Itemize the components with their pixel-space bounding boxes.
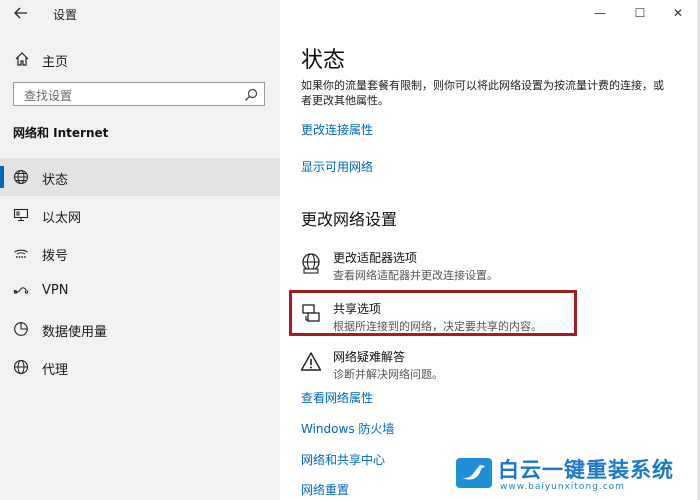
- sidebar-item-home[interactable]: 主页: [0, 46, 280, 72]
- sidebar-item-ethernet[interactable]: 以太网: [0, 196, 280, 234]
- back-arrow-icon[interactable]: [12, 5, 30, 23]
- search-icon[interactable]: [244, 87, 258, 101]
- dialup-icon: [13, 245, 29, 261]
- section-heading: 更改网络设置: [301, 210, 398, 229]
- status-description: 如果你的流量套餐有限制，则你可以将此网络设置为按流量计费的连接，或者更改其他属性…: [301, 79, 664, 107]
- change-adapter-options[interactable]: 更改适配器选项 查看网络适配器并更改连接设置。: [296, 249, 576, 289]
- app-title: 设置: [53, 8, 78, 22]
- warning-icon: [300, 351, 322, 373]
- change-connection-properties-link[interactable]: 更改连接属性: [301, 121, 373, 138]
- search-placeholder: 查找设置: [24, 89, 73, 103]
- sidebar: 设置 主页 查找设置 网络和 Internet 状态 以太网 拨号 VPN 数据…: [0, 0, 280, 500]
- sidebar-item-status[interactable]: 状态: [0, 158, 280, 196]
- windows-firewall-link[interactable]: Windows 防火墙: [301, 420, 394, 437]
- maximize-icon[interactable]: ☐: [626, 4, 654, 22]
- sidebar-item-label: 拨号: [42, 249, 69, 264]
- sidebar-item-dialup[interactable]: 拨号: [0, 234, 280, 272]
- close-icon[interactable]: ✕: [664, 4, 692, 22]
- sidebar-item-label: VPN: [42, 283, 69, 298]
- title-bar: 设置: [0, 0, 280, 28]
- ethernet-icon: [13, 207, 29, 223]
- minimize-icon[interactable]: —: [586, 4, 614, 22]
- adapter-icon: [300, 252, 322, 274]
- option-title: 网络疑难解答: [333, 350, 406, 364]
- highlight-box: [289, 290, 577, 336]
- globe-status-icon: [13, 169, 29, 185]
- sidebar-item-label: 代理: [42, 363, 69, 378]
- bird-logo-icon: [456, 458, 492, 488]
- option-title: 更改适配器选项: [333, 251, 418, 265]
- network-reset-link[interactable]: 网络重置: [301, 481, 349, 498]
- sidebar-item-label: 状态: [42, 173, 69, 188]
- sidebar-item-label: 以太网: [42, 211, 82, 226]
- sidebar-item-proxy[interactable]: 代理: [0, 348, 280, 386]
- network-sharing-center-link[interactable]: 网络和共享中心: [301, 451, 385, 468]
- sidebar-item-vpn[interactable]: VPN: [0, 272, 280, 310]
- data-usage-icon: [13, 321, 29, 337]
- section-title: 网络和 Internet: [13, 126, 109, 140]
- sidebar-item-data-usage[interactable]: 数据使用量: [0, 310, 280, 348]
- watermark-title: 白云一键重装系统: [498, 458, 674, 482]
- page-title: 状态: [301, 48, 346, 73]
- proxy-globe-icon: [13, 359, 29, 375]
- option-subtitle: 查看网络适配器并更改连接设置。: [333, 269, 498, 282]
- home-label: 主页: [42, 55, 69, 70]
- show-available-networks-link[interactable]: 显示可用网络: [301, 158, 373, 175]
- search-input[interactable]: 查找设置: [13, 82, 265, 106]
- vpn-icon: [13, 283, 29, 299]
- network-troubleshooter[interactable]: 网络疑难解答 诊断并解决网络问题。: [296, 348, 576, 388]
- watermark-url: www.baiyunxitong.com: [500, 482, 625, 492]
- home-icon: [14, 51, 30, 67]
- selection-indicator: [0, 166, 4, 188]
- view-network-properties-link[interactable]: 查看网络属性: [301, 389, 373, 406]
- sidebar-item-label: 数据使用量: [42, 325, 108, 340]
- option-subtitle: 诊断并解决网络问题。: [333, 368, 443, 381]
- watermark: 白云一键重装系统 www.baiyunxitong.com: [446, 452, 700, 500]
